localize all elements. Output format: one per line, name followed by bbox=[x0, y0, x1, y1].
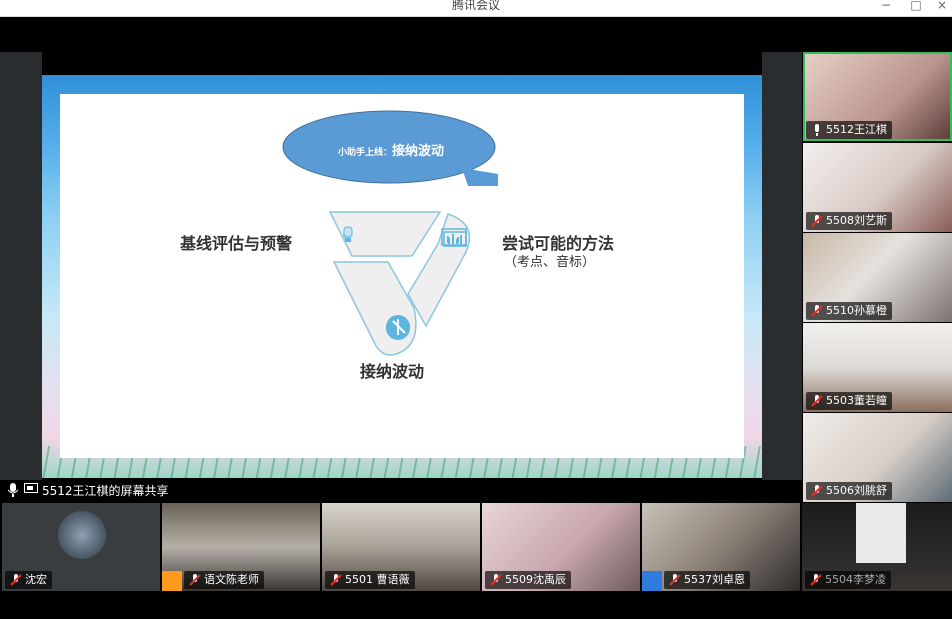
participant-name-tag: 5509沈禹辰 bbox=[485, 571, 571, 589]
participant-name-tag: 5503董若瞳 bbox=[806, 392, 892, 410]
participant-name: 沈宏 bbox=[25, 573, 47, 586]
participant-name-tag: 5508刘艺斯 bbox=[806, 212, 892, 230]
avatar bbox=[58, 511, 106, 559]
participant-tile[interactable]: 5510孙慕橙 bbox=[803, 233, 952, 322]
share-right-gutter bbox=[762, 52, 802, 480]
participant-name: 语文陈老师 bbox=[204, 573, 259, 586]
participant-name-tag: 5504李梦凌 bbox=[805, 571, 891, 589]
close-button[interactable]: × bbox=[932, 0, 952, 12]
participant-name-tag: 5537刘卓恩 bbox=[664, 571, 750, 589]
title-bar: 腾讯会议 − □ × bbox=[0, 0, 952, 17]
globe-cursor-icon bbox=[386, 315, 410, 339]
mic-muted-icon bbox=[810, 574, 822, 586]
bubble-title: 接纳波动 bbox=[392, 144, 445, 159]
mic-muted-icon bbox=[811, 305, 823, 317]
mic-muted-icon bbox=[669, 574, 681, 586]
host-badge-icon bbox=[162, 571, 182, 591]
minimize-button[interactable]: − bbox=[876, 0, 896, 12]
mic-muted-icon bbox=[189, 574, 201, 586]
mic-icon bbox=[8, 483, 18, 497]
participant-tile[interactable]: 5501 曹语薇 bbox=[322, 503, 480, 591]
participant-name: 5503董若瞳 bbox=[826, 394, 887, 407]
participant-tile[interactable]: 5508刘艺斯 bbox=[803, 143, 952, 232]
mic-muted-icon bbox=[490, 574, 502, 586]
mic-muted-icon bbox=[811, 485, 823, 497]
mic-muted-icon bbox=[10, 574, 22, 586]
participant-name: 5512王江棋 bbox=[826, 123, 887, 136]
participant-name: 5537刘卓恩 bbox=[684, 573, 745, 586]
participant-name: 5501 曹语薇 bbox=[345, 573, 410, 586]
bubble-text: 小助手上线：接纳波动 bbox=[296, 140, 486, 159]
participant-tile[interactable]: 语文陈老师 bbox=[162, 503, 320, 591]
participant-tile[interactable]: 5506刘朓舒 bbox=[803, 413, 952, 502]
participant-name-tag: 5501 曹语薇 bbox=[325, 571, 415, 589]
participant-tile[interactable]: 沈宏 bbox=[2, 503, 160, 591]
participant-name-tag: 语文陈老师 bbox=[184, 571, 264, 589]
participant-tile[interactable]: 5512王江棋 bbox=[803, 52, 952, 141]
participant-tile[interactable]: 5503董若瞳 bbox=[803, 323, 952, 412]
participant-name-tag: 5510孙慕橙 bbox=[806, 302, 892, 320]
maximize-button[interactable]: □ bbox=[906, 0, 926, 12]
left-cycle-label: 基线评估与预警 bbox=[180, 234, 293, 253]
participant-tile[interactable]: 5509沈禹辰 bbox=[482, 503, 640, 591]
participant-name-tag: 沈宏 bbox=[5, 571, 52, 589]
lightbulb-icon bbox=[343, 226, 353, 242]
screen-share-label: 5512王江棋的屏幕共享 bbox=[42, 484, 169, 498]
cohost-badge-icon bbox=[642, 571, 662, 591]
screen-share-icon bbox=[24, 483, 38, 493]
participant-name: 5504李梦凌 bbox=[825, 573, 886, 586]
participant-name: 5509沈禹辰 bbox=[505, 573, 566, 586]
mic-muted-icon bbox=[811, 395, 823, 407]
bottom-cycle-label: 接纳波动 bbox=[360, 362, 425, 381]
participant-name: 5510孙慕橙 bbox=[826, 304, 887, 317]
participant-name-tag: 5512王江棋 bbox=[806, 121, 892, 139]
video-feed bbox=[856, 503, 906, 563]
mic-muted-icon bbox=[330, 574, 342, 586]
window-title: 腾讯会议 bbox=[451, 0, 500, 12]
mic-muted-icon bbox=[811, 215, 823, 227]
share-left-gutter bbox=[0, 52, 42, 480]
bar-chart-icon bbox=[441, 228, 467, 246]
mic-icon bbox=[815, 124, 819, 136]
participant-name: 5508刘艺斯 bbox=[826, 214, 887, 227]
participant-name-tag: 5506刘朓舒 bbox=[806, 482, 892, 500]
participant-tile[interactable]: 5504李梦凌 bbox=[802, 503, 952, 591]
bubble-small-text: 小助手上线： bbox=[337, 148, 392, 158]
right-cycle-sublabel: （考点、音标） bbox=[504, 255, 596, 270]
participant-tile[interactable]: 5537刘卓恩 bbox=[642, 503, 800, 591]
participant-name: 5506刘朓舒 bbox=[826, 484, 887, 497]
share-status-bar: 5512王江棋的屏幕共享 bbox=[0, 480, 762, 500]
